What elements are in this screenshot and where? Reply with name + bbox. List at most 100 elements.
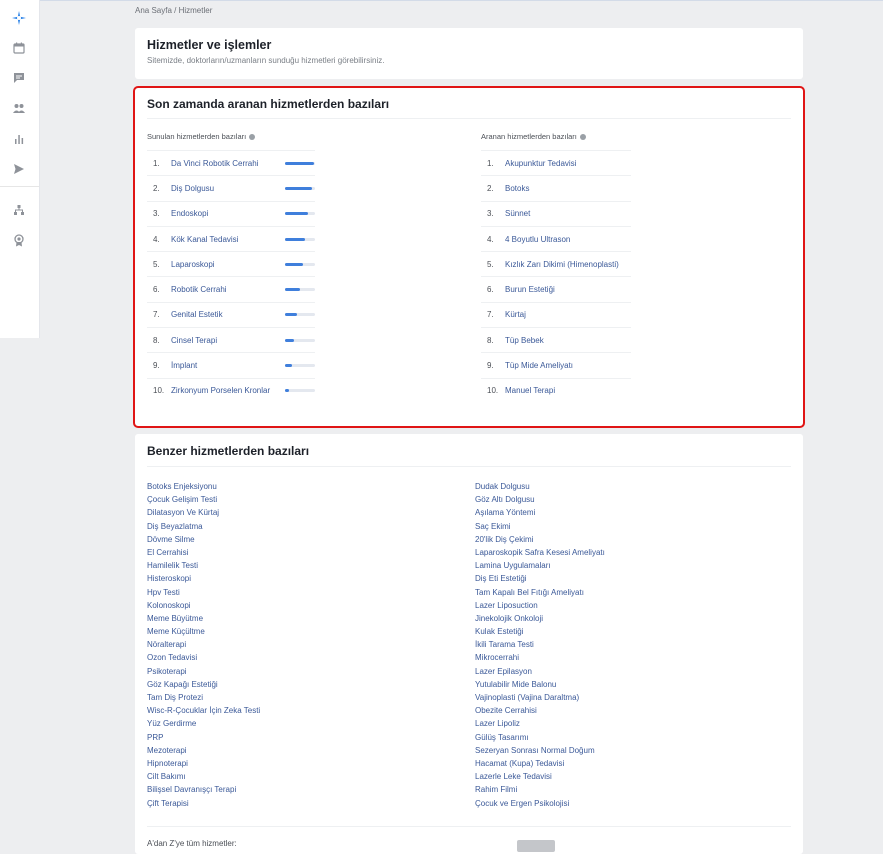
similar-service-link[interactable]: Dövme Silme [147,533,260,546]
similar-service-link[interactable]: Göz Altı Dolgusu [475,493,605,506]
service-link[interactable]: Genital Estetik [171,310,223,319]
star-logo-icon[interactable] [11,10,27,26]
searched-item[interactable]: 7. Kürtaj [481,301,631,327]
searched-item[interactable]: 8. Tüp Bebek [481,327,631,352]
searched-item[interactable]: 5. Kızlık Zarı Dikimi (Himenoplasti) [481,251,631,276]
service-link[interactable]: Cinsel Terapi [171,336,217,345]
offered-item[interactable]: 5. Laparoskopi [147,251,315,276]
offered-item[interactable]: 8. Cinsel Terapi [147,327,315,352]
similar-service-link[interactable]: Saç Ekimi [475,520,605,533]
offered-item[interactable]: 9. İmplant [147,352,315,377]
searched-item[interactable]: 6. Burun Estetiği [481,276,631,301]
similar-service-link[interactable]: Nöralterapi [147,638,260,651]
offered-item[interactable]: 6. Robotik Cerrahi [147,276,315,301]
similar-service-link[interactable]: Meme Büyütme [147,612,260,625]
similar-service-link[interactable]: İkili Tarama Testi [475,638,605,651]
similar-service-link[interactable]: Cilt Bakımı [147,770,260,783]
similar-service-link[interactable]: Çift Terapisi [147,797,260,810]
searched-item[interactable]: 4. 4 Boyutlu Ultrason [481,225,631,251]
similar-service-link[interactable]: Tam Diş Protezi [147,691,260,704]
searched-item[interactable]: 2. Botoks [481,175,631,200]
service-link[interactable]: Botoks [505,184,529,193]
service-link[interactable]: Kök Kanal Tedavisi [171,235,238,244]
similar-service-link[interactable]: Sezeryan Sonrası Normal Doğum [475,744,605,757]
send-icon[interactable] [11,161,27,177]
searched-item[interactable]: 9. Tüp Mide Ameliyatı [481,352,631,377]
similar-service-link[interactable]: Lazer Lipoliz [475,717,605,730]
similar-service-link[interactable]: Psikoterapi [147,665,260,678]
az-selector[interactable] [517,840,555,852]
offered-item[interactable]: 2. Diş Dolgusu [147,175,315,200]
service-link[interactable]: Diş Dolgusu [171,184,214,193]
service-link[interactable]: Tüp Bebek [505,336,544,345]
similar-service-link[interactable]: Ozon Tedavisi [147,651,260,664]
similar-service-link[interactable]: Wisc-R-Çocuklar İçin Zeka Testi [147,704,260,717]
calendar-icon[interactable] [11,40,27,56]
service-link[interactable]: Sünnet [505,209,530,218]
searched-item[interactable]: 10. Manuel Terapi [481,377,631,403]
similar-service-link[interactable]: Diş Beyazlatma [147,520,260,533]
similar-service-link[interactable]: Dudak Dolgusu [475,480,605,493]
similar-service-link[interactable]: Hamilelik Testi [147,559,260,572]
award-icon[interactable] [11,232,27,248]
info-icon[interactable] [249,133,256,140]
similar-service-link[interactable]: Tam Kapalı Bel Fıtığı Ameliyatı [475,586,605,599]
similar-service-link[interactable]: Hacamat (Kupa) Tedavisi [475,757,605,770]
service-link[interactable]: Endoskopi [171,209,208,218]
service-link[interactable]: Tüp Mide Ameliyatı [505,361,573,370]
similar-service-link[interactable]: Aşılama Yöntemi [475,506,605,519]
similar-service-link[interactable]: Rahim Filmi [475,783,605,796]
similar-service-link[interactable]: Yüz Gerdirme [147,717,260,730]
service-link[interactable]: Burun Estetiği [505,285,555,294]
similar-service-link[interactable]: Histeroskopi [147,572,260,585]
similar-service-link[interactable]: Diş Eti Estetiği [475,572,605,585]
service-link[interactable]: Akupunktur Tedavisi [505,159,576,168]
service-link[interactable]: Kızlık Zarı Dikimi (Himenoplasti) [505,260,619,269]
service-link[interactable]: Kürtaj [505,310,526,319]
similar-service-link[interactable]: Lamina Uygulamaları [475,559,605,572]
similar-service-link[interactable]: Obezite Cerrahisi [475,704,605,717]
info-icon[interactable] [579,133,586,140]
similar-service-link[interactable]: Göz Kapağı Estetiği [147,678,260,691]
similar-service-link[interactable]: Mezoterapi [147,744,260,757]
users-icon[interactable] [11,100,27,116]
service-link[interactable]: Zirkonyum Porselen Kronlar [171,386,270,395]
similar-service-link[interactable]: El Cerrahisi [147,546,260,559]
similar-service-link[interactable]: Lazer Liposuction [475,599,605,612]
similar-service-link[interactable]: Vajinoplasti (Vajina Daraltma) [475,691,605,704]
similar-service-link[interactable]: 20'lik Diş Çekimi [475,533,605,546]
offered-item[interactable]: 10. Zirkonyum Porselen Kronlar [147,377,315,403]
service-link[interactable]: Robotik Cerrahi [171,285,227,294]
bar-chart-icon[interactable] [11,131,27,147]
offered-item[interactable]: 7. Genital Estetik [147,301,315,327]
similar-service-link[interactable]: Kulak Estetiği [475,625,605,638]
service-link[interactable]: 4 Boyutlu Ultrason [505,235,570,244]
similar-service-link[interactable]: Jinekolojik Onkoloji [475,612,605,625]
similar-service-link[interactable]: Çocuk Gelişim Testi [147,493,260,506]
similar-service-link[interactable]: Kolonoskopi [147,599,260,612]
offered-item[interactable]: 4. Kök Kanal Tedavisi [147,225,315,251]
chat-icon[interactable] [11,70,27,86]
offered-item[interactable]: 3. Endoskopi [147,200,315,226]
similar-service-link[interactable]: PRP [147,731,260,744]
searched-item[interactable]: 1. Akupunktur Tedavisi [481,150,631,175]
similar-service-link[interactable]: Çocuk ve Ergen Psikolojisi [475,797,605,810]
similar-service-link[interactable]: Hpv Testi [147,586,260,599]
similar-service-link[interactable]: Lazer Epilasyon [475,665,605,678]
service-link[interactable]: Manuel Terapi [505,386,555,395]
similar-service-link[interactable]: Lazerle Leke Tedavisi [475,770,605,783]
service-link[interactable]: Laparoskopi [171,260,215,269]
service-link[interactable]: İmplant [171,361,197,370]
service-link[interactable]: Da Vinci Robotik Cerrahi [171,159,258,168]
similar-service-link[interactable]: Laparoskopik Safra Kesesi Ameliyatı [475,546,605,559]
similar-service-link[interactable]: Mikrocerrahi [475,651,605,664]
searched-item[interactable]: 3. Sünnet [481,200,631,226]
similar-service-link[interactable]: Yutulabilir Mide Balonu [475,678,605,691]
similar-service-link[interactable]: Bilişsel Davranışçı Terapi [147,783,260,796]
similar-service-link[interactable]: Dilatasyon Ve Kürtaj [147,506,260,519]
offered-item[interactable]: 1. Da Vinci Robotik Cerrahi [147,150,315,175]
similar-service-link[interactable]: Botoks Enjeksiyonu [147,480,260,493]
hierarchy-icon[interactable] [11,202,27,218]
similar-service-link[interactable]: Meme Küçültme [147,625,260,638]
similar-service-link[interactable]: Gülüş Tasarımı [475,731,605,744]
